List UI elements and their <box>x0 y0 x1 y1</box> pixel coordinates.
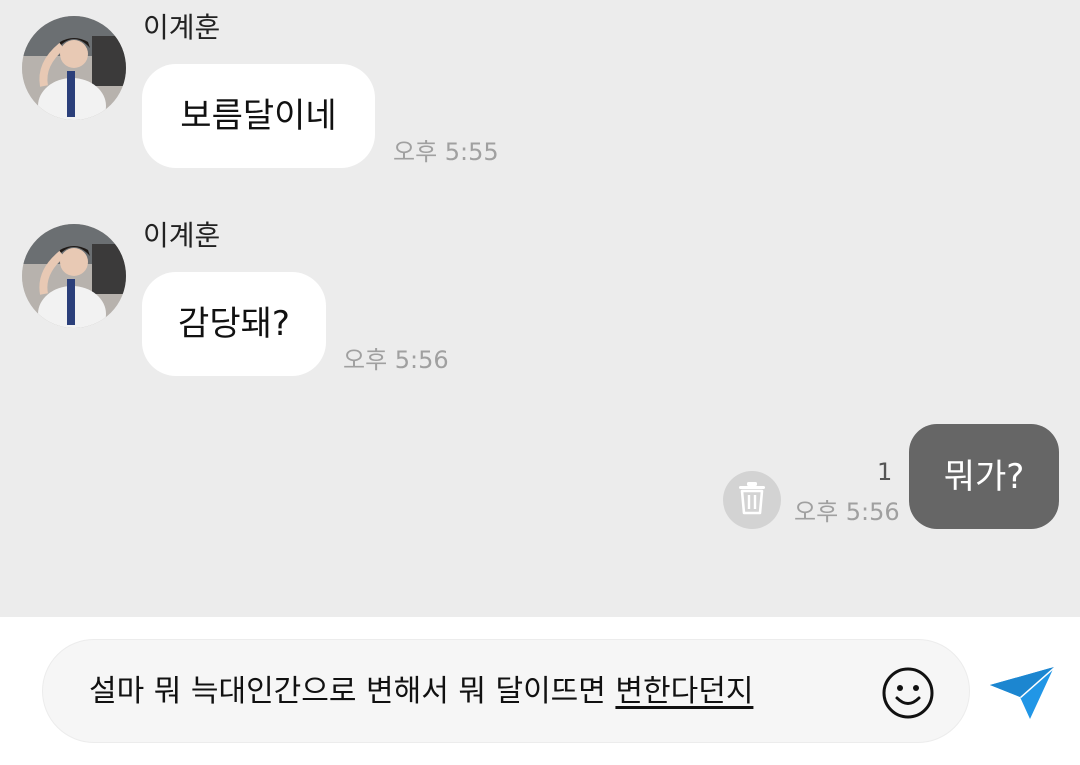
sender-avatar[interactable] <box>22 16 126 120</box>
message-input-text[interactable]: 설마 뭐 늑대인간으로 변해서 뭐 달이뜨면 변한다던지 <box>89 672 753 712</box>
delete-message-button[interactable] <box>723 471 781 529</box>
paper-plane-icon <box>988 665 1056 725</box>
message-timestamp: 오후 5:56 <box>343 346 449 374</box>
sender-name: 이계훈 <box>143 11 221 44</box>
unread-count: 1 <box>877 458 893 486</box>
composer-committed-text: 설마 뭐 늑대인간으로 변해서 뭐 달이뜨면 <box>89 674 616 709</box>
sender-name: 이계훈 <box>143 219 221 252</box>
emoji-button[interactable] <box>881 666 935 720</box>
message-bubble[interactable]: 보름달이네 <box>142 64 375 168</box>
sender-avatar[interactable] <box>22 224 126 328</box>
smiley-icon <box>881 667 935 724</box>
send-button[interactable] <box>988 663 1056 721</box>
my-message-bubble[interactable]: 뭐가? <box>909 424 1059 529</box>
message-input[interactable]: 설마 뭐 늑대인간으로 변해서 뭐 달이뜨면 변한다던지 <box>42 639 970 743</box>
composer-composing-text: 변한다던지 <box>615 674 754 709</box>
message-composer: 설마 뭐 늑대인간으로 변해서 뭐 달이뜨면 변한다던지 <box>0 617 1080 765</box>
message-timestamp: 오후 5:55 <box>393 138 499 166</box>
message-timestamp: 오후 5:56 <box>794 498 900 526</box>
message-bubble[interactable]: 감당돼? <box>142 272 326 376</box>
chat-area[interactable]: 이계훈 보름달이네 오후 5:55 이계훈 감당돼? 오후 5:56 1 오후 … <box>0 0 1080 617</box>
trash-icon <box>737 481 767 519</box>
